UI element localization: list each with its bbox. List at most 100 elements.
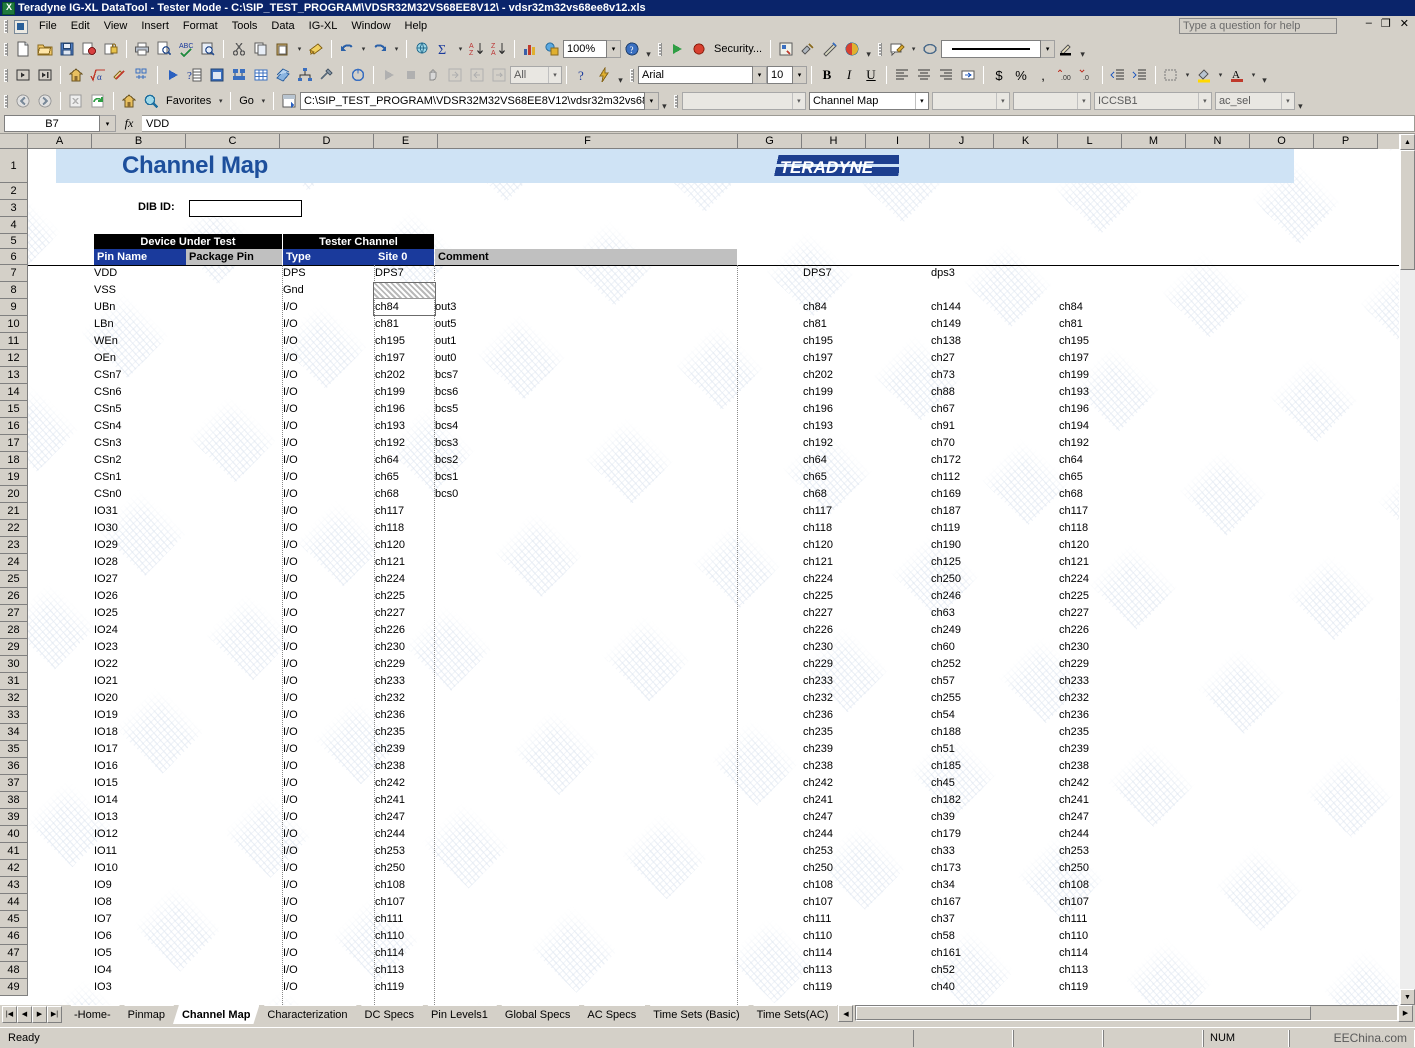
cell-col-i[interactable]: ch255 — [931, 690, 961, 707]
cell-col-g[interactable]: ch65 — [803, 469, 827, 486]
formatting-toolbar-overflow-button[interactable] — [1259, 64, 1270, 86]
cell-col-l[interactable]: ch81 — [1059, 316, 1083, 333]
cell-site0[interactable]: ch226 — [375, 622, 405, 639]
cell-type[interactable]: I/O — [283, 452, 298, 469]
cell-col-g[interactable]: ch114 — [803, 945, 832, 962]
row-header-16[interactable]: 16 — [0, 418, 28, 435]
cell-col-i[interactable]: ch252 — [931, 656, 961, 673]
cell-site0[interactable]: ch65 — [375, 469, 399, 486]
fill-color-chevron-icon[interactable]: ▾ — [1215, 64, 1226, 86]
row-header-15[interactable]: 15 — [0, 401, 28, 418]
cell-col-l[interactable]: ch121 — [1059, 554, 1089, 571]
cell-type[interactable]: I/O — [283, 401, 298, 418]
formatting-toolbar-grip[interactable] — [628, 67, 636, 83]
line-style-chevron-icon[interactable]: ▾ — [1041, 40, 1056, 58]
column-header-p[interactable]: P — [1314, 134, 1378, 149]
cell-type[interactable]: I/O — [283, 639, 298, 656]
borders-chevron-icon[interactable]: ▾ — [1182, 64, 1193, 86]
cell-pin-name[interactable]: CSn0 — [94, 486, 122, 503]
cell-site0[interactable]: ch81 — [375, 316, 399, 333]
cell-type[interactable]: I/O — [283, 537, 298, 554]
menu-igxl[interactable]: IG-XL — [302, 18, 345, 34]
cell-pin-name[interactable]: IO11 — [94, 843, 117, 860]
igxl-sheet-selector[interactable]: Channel Map ▾ — [808, 92, 929, 110]
row-header-40[interactable]: 40 — [0, 826, 28, 843]
cell-site0[interactable]: ch250 — [375, 860, 405, 877]
name-box[interactable]: B7 — [4, 115, 100, 132]
cell-col-l[interactable]: ch113 — [1059, 962, 1088, 979]
cell-type[interactable]: I/O — [283, 758, 298, 775]
cell-type[interactable]: I/O — [283, 809, 298, 826]
row-header-44[interactable]: 44 — [0, 894, 28, 911]
font-size-chevron-icon[interactable]: ▾ — [793, 66, 807, 84]
column-header-a[interactable]: A — [28, 134, 92, 149]
cell-site0[interactable]: ch233 — [375, 673, 405, 690]
cell-col-l[interactable]: ch65 — [1059, 469, 1083, 486]
row-header-37[interactable]: 37 — [0, 775, 28, 792]
cell-pin-name[interactable]: IO21 — [94, 673, 118, 690]
permission-icon[interactable] — [78, 38, 100, 60]
cell-type[interactable]: I/O — [283, 435, 298, 452]
cell-site0[interactable]: ch111 — [375, 911, 403, 928]
math-icon[interactable]: α — [87, 64, 109, 86]
cell-type[interactable]: I/O — [283, 622, 298, 639]
cell-type[interactable]: I/O — [283, 826, 298, 843]
loop-icon[interactable] — [347, 64, 369, 86]
export-icon[interactable] — [488, 64, 510, 86]
ask-a-question-input[interactable]: Type a question for help — [1179, 18, 1337, 34]
cell-site0[interactable]: ch119 — [375, 979, 404, 996]
row-header-24[interactable]: 24 — [0, 554, 28, 571]
cell-pin-name[interactable]: CSn5 — [94, 401, 122, 418]
row-header-5[interactable]: 5 — [0, 234, 28, 249]
cell-pin-name[interactable]: IO22 — [94, 656, 118, 673]
cell-comment[interactable]: bcs4 — [435, 418, 458, 435]
cell-col-l[interactable]: ch238 — [1059, 758, 1089, 775]
cell-col-i[interactable]: ch144 — [931, 299, 961, 316]
row-header-4[interactable]: 4 — [0, 217, 28, 234]
go-button[interactable]: Go — [235, 95, 258, 107]
cell-col-l[interactable]: ch230 — [1059, 639, 1089, 656]
cell-col-l[interactable]: ch120 — [1059, 537, 1089, 554]
cell-col-i[interactable]: ch172 — [931, 452, 961, 469]
column-header-n[interactable]: N — [1186, 134, 1250, 149]
row-header-36[interactable]: 36 — [0, 758, 28, 775]
cell-type[interactable]: I/O — [283, 486, 298, 503]
scroll-down-button[interactable]: ▼ — [1400, 989, 1415, 1005]
cell-pin-name[interactable]: IO13 — [94, 809, 118, 826]
cut-icon[interactable] — [228, 38, 250, 60]
cell-col-i[interactable]: ch60 — [931, 639, 955, 656]
cell-col-i[interactable]: ch173 — [931, 860, 961, 877]
row-header-7[interactable]: 7 — [0, 265, 28, 282]
insert-function-icon[interactable]: fx — [116, 116, 142, 131]
cell-col-l[interactable]: ch236 — [1059, 707, 1089, 724]
minimize-button[interactable]: – — [1364, 17, 1374, 30]
row-header-48[interactable]: 48 — [0, 962, 28, 979]
cell-col-l[interactable]: ch239 — [1059, 741, 1089, 758]
previous-sheet-button[interactable]: ◀ — [17, 1005, 32, 1023]
ink-color-icon[interactable] — [1055, 38, 1077, 60]
cell-type[interactable]: I/O — [283, 299, 298, 316]
print-permission-icon[interactable] — [100, 38, 122, 60]
security-toolbar-grip[interactable] — [656, 41, 664, 57]
tools-icon[interactable] — [316, 64, 338, 86]
column-header-c[interactable]: C — [186, 134, 280, 149]
cell-type[interactable]: I/O — [283, 877, 298, 894]
run-macro-icon[interactable] — [666, 38, 688, 60]
cell-col-g[interactable]: ch229 — [803, 656, 833, 673]
cell-col-i[interactable]: ch63 — [931, 605, 955, 622]
drawing-icon[interactable] — [541, 38, 563, 60]
row-header-8[interactable]: 8 — [0, 282, 28, 299]
row-header-18[interactable]: 18 — [0, 452, 28, 469]
italic-button[interactable]: I — [838, 64, 860, 86]
cell-pin-name[interactable]: IO20 — [94, 690, 118, 707]
cell-type[interactable]: I/O — [283, 707, 298, 724]
cell-col-i[interactable]: ch125 — [931, 554, 961, 571]
erase-icon[interactable] — [919, 38, 941, 60]
cell-type[interactable]: I/O — [283, 571, 298, 588]
cell-site0[interactable]: ch230 — [375, 639, 405, 656]
row-header-46[interactable]: 46 — [0, 928, 28, 945]
refresh-icon[interactable] — [87, 90, 109, 112]
horizontal-scroll-thumb[interactable] — [856, 1006, 1311, 1020]
igxl-toolbar-grip[interactable] — [2, 67, 10, 83]
cell-col-l[interactable]: ch114 — [1059, 945, 1088, 962]
